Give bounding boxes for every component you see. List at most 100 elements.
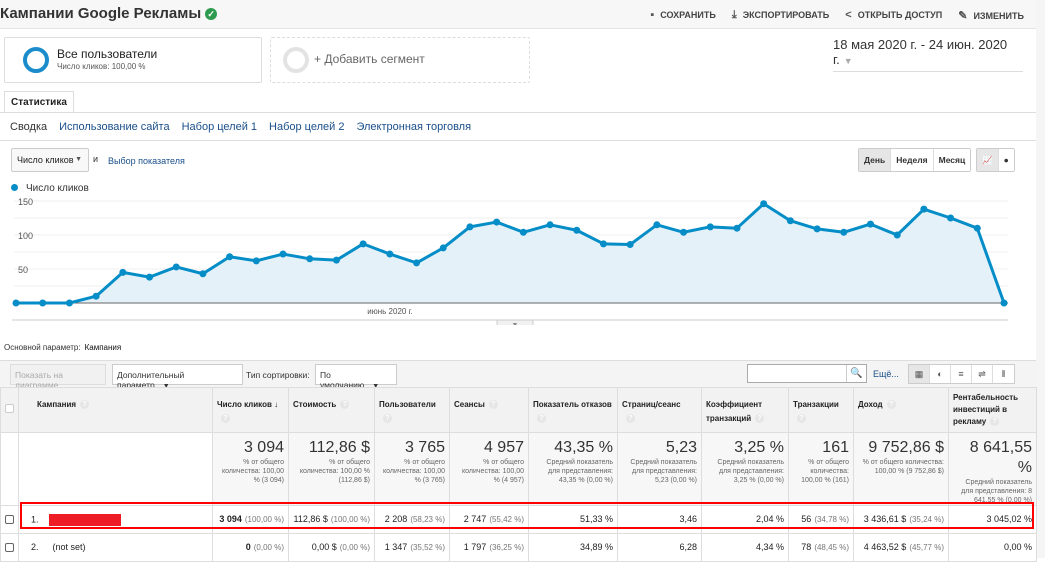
metric-cell: 112,86 $ (100,00 %) (288, 505, 375, 534)
help-icon[interactable]: ? (990, 417, 1000, 427)
segment-ring-icon (23, 47, 49, 73)
pick-metric-link[interactable]: Выбор показателя (108, 156, 185, 166)
segment-all-users[interactable]: Все пользователи Число кликов: 100,00 % (4, 37, 262, 83)
help-icon[interactable]: ? (383, 414, 392, 424)
subtab-goal-set-2[interactable]: Набор целей 2 (269, 121, 344, 133)
select-all-checkbox-cell (0, 387, 19, 433)
help-icon[interactable]: ? (340, 400, 350, 410)
area-fill (16, 203, 1004, 303)
col-clicks[interactable]: Число кликов ↓? (212, 387, 289, 433)
tab-statistics[interactable]: Статистика (4, 91, 74, 113)
primary-dimension-value[interactable]: Кампания (85, 343, 122, 352)
table-search-input[interactable]: 🔍 (747, 364, 867, 383)
cell-value: 0,00 $ (311, 542, 337, 552)
col-campaign[interactable]: Кампания? (18, 387, 213, 433)
cell-percent: (100,00 %) (244, 515, 284, 524)
subtabs: Сводка Использование сайта Набор целей 1… (10, 121, 471, 133)
col-users[interactable]: Пользователи? (374, 387, 450, 433)
comparison-view-icon[interactable]: ⇌ (972, 365, 993, 383)
help-icon[interactable]: ? (537, 414, 546, 424)
total-value: 9 752,86 $ (868, 439, 944, 456)
performance-view-icon[interactable]: ≡ (951, 365, 972, 383)
save-icon: ▪ (650, 9, 655, 21)
row-index: 1. (31, 514, 39, 525)
subtab-summary[interactable]: Сводка (10, 121, 47, 133)
metric-cell: 6,28 (617, 533, 702, 562)
row-checkbox[interactable] (5, 543, 14, 552)
add-segment-button[interactable]: + Добавить сегмент (270, 37, 530, 83)
subtab-goal-set-1[interactable]: Набор целей 1 (182, 121, 257, 133)
cell-percent: (100,00 %) (330, 515, 370, 524)
edit-button[interactable]: ✎ ИЗМЕНИТЬ (958, 9, 1024, 22)
redacted-campaign-name (48, 514, 121, 526)
date-range-picker[interactable]: 18 мая 2020 г. - 24 июн. 2020 г. ▼ (833, 37, 1023, 72)
chevron-down-icon: ▼ (512, 322, 519, 325)
help-icon[interactable]: ? (797, 414, 806, 424)
save-button[interactable]: ▪ СОХРАНИТЬ (650, 9, 716, 22)
pie-view-icon[interactable]: ◐ (930, 365, 951, 383)
help-icon[interactable]: ? (626, 414, 635, 424)
day-button[interactable]: День (859, 149, 892, 171)
table-toolbar: Показать на диаграмме Дополнительный пар… (0, 360, 1036, 390)
col-sessions[interactable]: Сеансы? (449, 387, 529, 433)
data-point (866, 220, 874, 228)
row-checkbox[interactable] (5, 515, 14, 524)
help-icon[interactable]: ? (886, 400, 896, 410)
total-cell: 5,23 Средний показатель для представления… (617, 432, 702, 506)
campaign-link[interactable]: (not set) (53, 542, 86, 552)
export-button[interactable]: ⤓ ЭКСПОРТИРОВАТЬ (732, 9, 829, 22)
pencil-icon: ✎ (958, 10, 968, 22)
metric-cell: 51,33 % (528, 505, 618, 534)
metric-cell: 0,00 $ (0,00 %) (288, 533, 375, 562)
select-all-checkbox[interactable] (5, 404, 14, 413)
data-point (786, 217, 794, 225)
table-row[interactable]: 1. 3 094 (100,00 %) 112,86 $ (100,00 %) 2 208… (0, 505, 1037, 534)
secondary-dimension-select[interactable]: Дополнительный параметр ▼ (112, 364, 243, 390)
cell-percent: (48,45 %) (814, 543, 849, 552)
sort-type-label: Тип сортировки: (246, 370, 310, 380)
cell-value: 2 747 (463, 514, 487, 524)
table-row[interactable]: 2. (not set) 0 (0,00 %) 0,00 $ (0,00 %) 1 347(… (0, 533, 1037, 562)
data-point (599, 240, 607, 248)
month-button[interactable]: Месяц (933, 149, 971, 171)
col-conversion-rate[interactable]: Коэффициент транзакций? (701, 387, 789, 433)
total-value: 43,35 % (554, 439, 613, 456)
table-view-icon[interactable]: ▦ (909, 365, 930, 383)
col-transactions[interactable]: Транзакции? (788, 387, 854, 433)
subtab-ecommerce[interactable]: Электронная торговля (356, 121, 471, 133)
metric-select[interactable]: Число кликов ▼ (11, 148, 89, 172)
metric-cell: 3,46 (617, 505, 702, 534)
line-chart-icon[interactable]: 📈 (977, 149, 999, 171)
metric-cell: 0 (0,00 %) (212, 533, 289, 562)
subtab-site-usage[interactable]: Использование сайта (59, 121, 169, 133)
plot-rows-button[interactable]: Показать на диаграмме (10, 364, 106, 390)
col-pages-per-session[interactable]: Страниц/сеанс? (617, 387, 702, 433)
data-point (626, 241, 634, 249)
help-icon[interactable]: ? (80, 400, 90, 410)
divider (0, 112, 1036, 113)
col-cost[interactable]: Стоимость? (288, 387, 375, 433)
pivot-view-icon[interactable]: ⦀ (993, 365, 1014, 383)
data-point (39, 299, 47, 307)
cell-value: 3 094 (219, 514, 242, 524)
col-revenue[interactable]: Доход? (853, 387, 949, 433)
more-link[interactable]: Ещё... (873, 369, 899, 379)
search-icon[interactable]: 🔍 (846, 365, 866, 382)
chart-type-group: 📈 ● (976, 148, 1015, 172)
week-button[interactable]: Неделя (891, 149, 934, 171)
campaign-table: Кампания? Число кликов ↓? Стоимость? Пол… (0, 387, 1037, 562)
col-roas[interactable]: Рентабельность инвестиций в рекламу? (948, 387, 1037, 433)
help-icon[interactable]: ? (488, 400, 498, 410)
sort-down-arrow-icon: ↓ (274, 400, 279, 409)
y-tick-label: 100 (18, 231, 33, 241)
total-value: 8 641,55 % (969, 439, 1032, 476)
data-point (947, 214, 955, 222)
cell-value: 4,34 % (755, 542, 784, 552)
help-icon[interactable]: ? (221, 414, 230, 424)
motion-chart-icon[interactable]: ● (998, 149, 1014, 171)
share-button[interactable]: < ОТКРЫТЬ ДОСТУП (845, 9, 942, 22)
sort-type-select[interactable]: По умолчанию ▼ (315, 364, 397, 390)
help-icon[interactable]: ? (755, 414, 765, 424)
col-bounce-rate[interactable]: Показатель отказов? (528, 387, 618, 433)
data-point (733, 224, 741, 232)
